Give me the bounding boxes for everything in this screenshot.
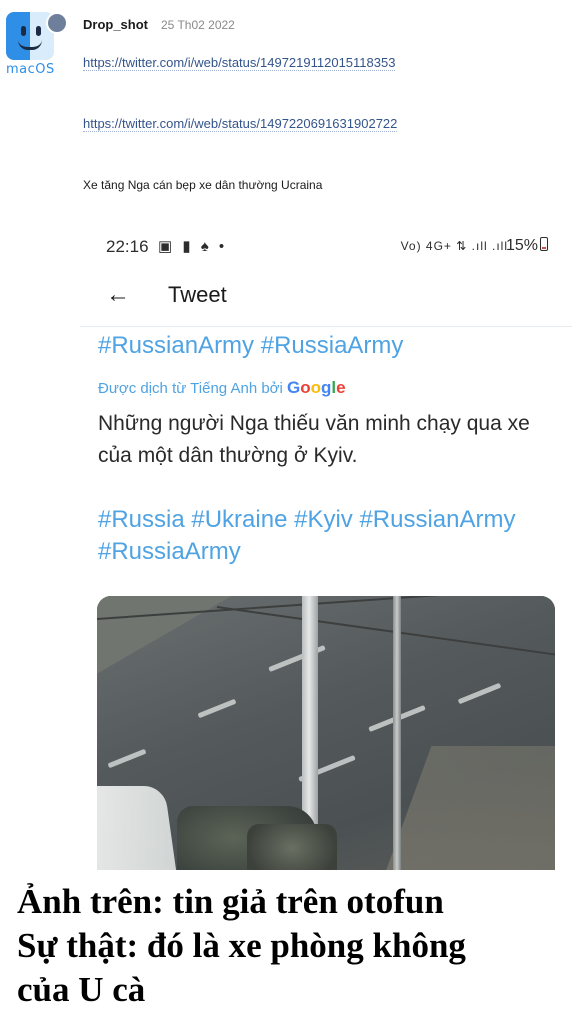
google-letter: o	[300, 378, 311, 397]
meme-caption-line: Sự thật: đó là xe phòng không	[17, 926, 466, 965]
military-vehicle	[247, 824, 337, 870]
tweet-hashtags-top: #RussianArmy #RussiaArmy	[98, 332, 404, 359]
user-avatar[interactable]: macOS	[4, 12, 68, 78]
battery-icon	[540, 237, 548, 251]
status-time: 22:16	[106, 237, 149, 256]
google-logo: Google	[287, 378, 346, 397]
translated-by-text: Được dịch từ Tiếng Anh bởi	[98, 380, 283, 397]
embedded-tweet-screenshot[interactable]: 22:16 ▣ ▮ ♠ • Vo) 4G+ ⇅ .ıll .ıll 15% ← …	[80, 226, 572, 870]
twitter-link-1[interactable]: https://twitter.com/i/web/status/1497219…	[83, 55, 396, 71]
meme-caption: Ảnh trên: tin giả trên otofun Sự thật: đ…	[17, 880, 466, 1012]
avatar-eye	[21, 26, 26, 36]
google-letter: o	[310, 378, 322, 397]
meme-caption-line: của U cà	[17, 970, 146, 1009]
meme-caption-line: Ảnh trên: tin giả trên otofun	[17, 882, 444, 921]
battery-status: 15%	[506, 237, 548, 255]
google-letter: g	[321, 378, 332, 397]
google-letter: e	[336, 378, 346, 397]
back-arrow-icon: ←	[106, 281, 130, 308]
lamp-pole	[393, 596, 401, 870]
avatar-label: macOS	[6, 62, 55, 77]
tweet-page-title: Tweet	[168, 282, 227, 307]
post-caption: Xe tăng Nga cán bẹp xe dân thường Ucrain…	[83, 178, 323, 192]
translated-by-label: Được dịch từ Tiếng Anh bởi Google	[98, 378, 346, 398]
avatar-eye	[36, 26, 41, 36]
nav-divider	[80, 326, 572, 327]
online-status-dot	[46, 12, 68, 34]
avatar-smile	[18, 40, 42, 50]
post-date[interactable]: 25 Th02 2022	[161, 18, 235, 32]
twitter-link-2[interactable]: https://twitter.com/i/web/status/1497220…	[83, 116, 398, 132]
battery-percent: 15%	[505, 237, 538, 254]
google-letter: G	[287, 378, 301, 397]
status-notification-icons: ▣ ▮ ♠ •	[158, 238, 228, 255]
tweet-translation-text: Những người Nga thiếu văn minh chạy qua …	[98, 412, 530, 467]
tweet-video-thumbnail[interactable]	[97, 596, 555, 870]
tweet-hashtags-bottom: #Russia #Ukraine #Kyiv #RussianArmy #Rus…	[98, 506, 516, 565]
signal-icons: Vo) 4G+ ⇅ .ıll .ıll	[400, 239, 508, 253]
post-author-username[interactable]: Drop_shot	[83, 17, 148, 32]
